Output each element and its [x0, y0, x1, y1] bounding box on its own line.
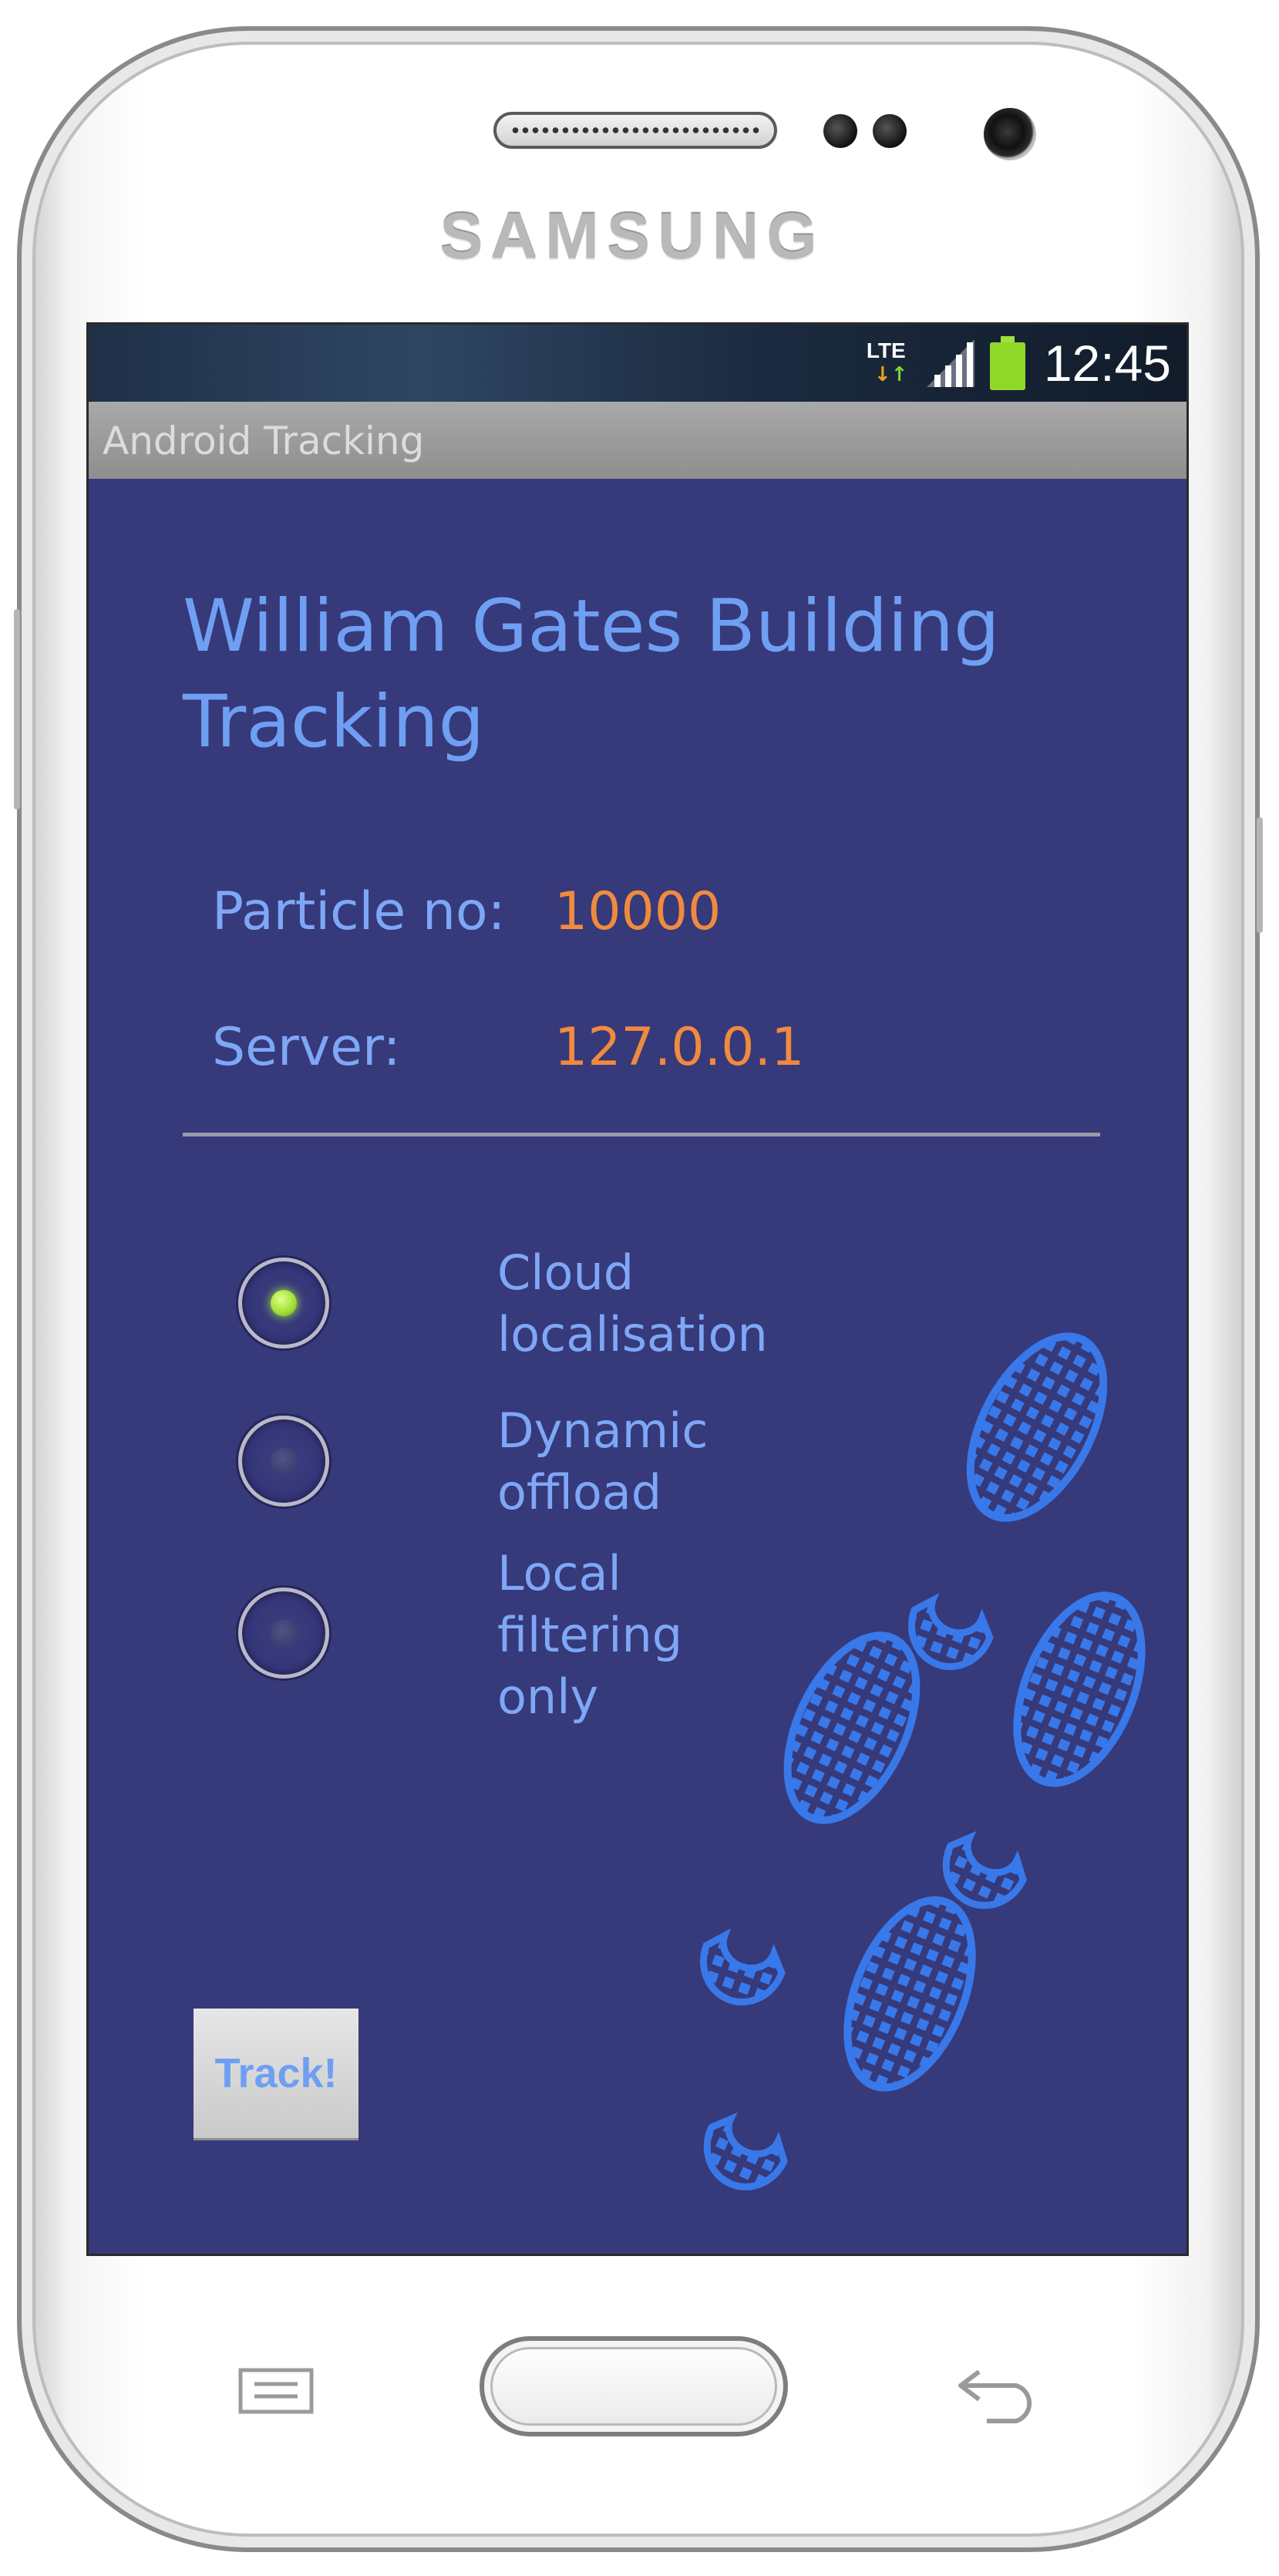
option-label-dynamic-offload[interactable]: Dynamic offload	[497, 1400, 883, 1524]
battery-icon	[989, 336, 1025, 390]
light-sensor	[873, 114, 907, 148]
page-title: William Gates Building Tracking	[183, 579, 1108, 770]
battery-level	[989, 342, 1025, 390]
radio-dynamic-offload[interactable]	[238, 1416, 329, 1507]
data-activity-icon: ↓↑	[873, 363, 908, 386]
track-button[interactable]: Track!	[194, 2009, 358, 2138]
app-title: Android Tracking	[103, 419, 425, 463]
signal-icon	[926, 339, 974, 387]
back-icon[interactable]	[956, 2361, 1041, 2426]
option-label-local-filtering[interactable]: Local filtering only	[497, 1543, 883, 1728]
device-screen: LTE ↓↑ 12:45 Android Tracking William Ga…	[86, 322, 1189, 2256]
divider	[183, 1133, 1100, 1136]
option-label-cloud-localisation[interactable]: Cloud localisation	[497, 1242, 883, 1365]
lte-icon: LTE ↓↑	[863, 332, 917, 394]
radio-indicator	[271, 1290, 297, 1316]
option-label-line: localisation	[497, 1306, 768, 1362]
status-icons: LTE ↓↑ 12:45	[863, 325, 1171, 402]
particle-no-value[interactable]: 10000	[554, 881, 721, 942]
particle-no-label: Particle no:	[212, 881, 506, 942]
power-button	[1257, 817, 1263, 933]
page-title-line-1: William Gates Building	[183, 584, 1000, 668]
option-label-line: offload	[497, 1464, 662, 1520]
network-type: LTE	[866, 338, 906, 362]
option-label-line: Dynamic	[497, 1402, 708, 1459]
app-title-bar: Android Tracking	[89, 402, 1186, 479]
option-label-line: filtering	[497, 1607, 683, 1663]
status-clock: 12:45	[1043, 335, 1171, 392]
status-bar: LTE ↓↑ 12:45	[89, 325, 1186, 402]
front-camera	[984, 108, 1036, 160]
option-label-line: only	[497, 1669, 599, 1725]
earpiece-speaker	[493, 112, 777, 149]
option-label-line: Local	[497, 1545, 621, 1601]
volume-button	[14, 609, 20, 810]
server-value[interactable]: 127.0.0.1	[554, 1017, 804, 1078]
radio-indicator	[271, 1620, 297, 1646]
proximity-sensor	[823, 114, 857, 148]
option-label-line: Cloud	[497, 1244, 634, 1301]
page-title-line-2: Tracking	[183, 680, 485, 764]
radio-indicator	[271, 1448, 297, 1474]
battery-cap	[1000, 336, 1015, 342]
menu-icon[interactable]	[237, 2367, 315, 2415]
server-label: Server:	[212, 1017, 401, 1078]
radio-local-filtering[interactable]	[238, 1588, 329, 1679]
brand-logo: SAMSUNG	[439, 200, 825, 272]
radio-cloud-localisation[interactable]	[238, 1258, 329, 1349]
home-button[interactable]	[480, 2336, 788, 2436]
